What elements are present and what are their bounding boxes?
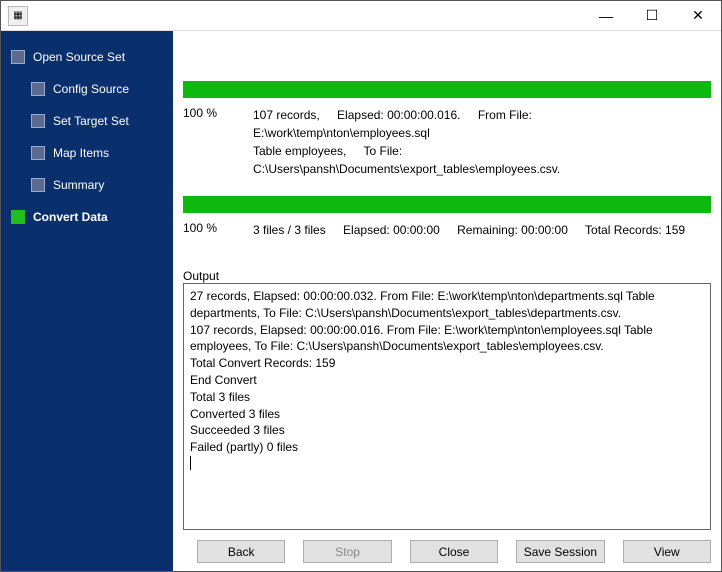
wizard-step[interactable]: Map Items bbox=[1, 139, 173, 167]
total-progress-percent: 100 % bbox=[183, 221, 253, 239]
file-progress-bar bbox=[183, 81, 711, 98]
total-progress-bar bbox=[183, 196, 711, 213]
wizard-step-label: Set Target Set bbox=[53, 114, 129, 128]
stop-button: Stop bbox=[303, 540, 391, 563]
output-line: Failed (partly) 0 files bbox=[190, 439, 704, 456]
window-controls: — ☐ ✕ bbox=[583, 1, 721, 30]
titlebar: ▦ — ☐ ✕ bbox=[1, 1, 721, 31]
close-window-button[interactable]: ✕ bbox=[675, 1, 721, 30]
wizard-step[interactable]: Config Source bbox=[1, 75, 173, 103]
output-label: Output bbox=[183, 269, 711, 283]
total-files: 3 files / 3 files bbox=[253, 223, 326, 237]
wizard-step[interactable]: Set Target Set bbox=[1, 107, 173, 135]
close-button[interactable]: Close bbox=[410, 540, 498, 563]
wizard-step-box-icon bbox=[31, 146, 45, 160]
maximize-button[interactable]: ☐ bbox=[629, 1, 675, 30]
output-line: Total Convert Records: 159 bbox=[190, 355, 704, 372]
file-table: Table employees, bbox=[253, 144, 346, 158]
wizard-step-box-icon bbox=[31, 114, 45, 128]
total-remaining: Remaining: 00:00:00 bbox=[457, 223, 568, 237]
wizard-step-box-icon bbox=[31, 82, 45, 96]
output-line: 27 records, Elapsed: 00:00:00.032. From … bbox=[190, 288, 704, 322]
file-to-path: C:\Users\pansh\Documents\export_tables\e… bbox=[253, 162, 560, 176]
wizard-step-label: Open Source Set bbox=[33, 50, 125, 64]
output-line: 107 records, Elapsed: 00:00:00.016. From… bbox=[190, 322, 704, 356]
wizard-step-label: Convert Data bbox=[33, 210, 108, 224]
content: 100 % 107 records, Elapsed: 00:00:00.016… bbox=[183, 37, 711, 530]
total-records: Total Records: 159 bbox=[585, 223, 685, 237]
app-window: ▦ — ☐ ✕ Open Source Set Config Source Set … bbox=[0, 0, 722, 572]
wizard-sidebar: Open Source Set Config Source Set Target S… bbox=[1, 31, 173, 571]
wizard-step[interactable]: Summary bbox=[1, 171, 173, 199]
body: Open Source Set Config Source Set Target S… bbox=[1, 31, 721, 571]
file-to-label: To File: bbox=[364, 144, 403, 158]
minimize-button[interactable]: — bbox=[583, 1, 629, 30]
wizard-step-box-icon bbox=[11, 210, 25, 224]
app-icon: ▦ bbox=[8, 6, 28, 26]
output-line: Total 3 files bbox=[190, 389, 704, 406]
save-session-button[interactable]: Save Session bbox=[516, 540, 604, 563]
total-progress-section: 100 % 3 files / 3 files Elapsed: 00:00:0… bbox=[183, 196, 711, 239]
file-records: 107 records, bbox=[253, 108, 320, 122]
output-line: Succeeded 3 files bbox=[190, 422, 704, 439]
wizard-step-box-icon bbox=[31, 178, 45, 192]
wizard-step-box-icon bbox=[11, 50, 25, 64]
file-progress-percent: 100 % bbox=[183, 106, 253, 178]
main-panel: 100 % 107 records, Elapsed: 00:00:00.016… bbox=[173, 31, 721, 571]
wizard-step[interactable]: Open Source Set bbox=[1, 43, 173, 71]
output-line: Converted 3 files bbox=[190, 406, 704, 423]
wizard-step-label: Map Items bbox=[53, 146, 109, 160]
file-progress-info: 107 records, Elapsed: 00:00:00.016. From… bbox=[253, 106, 711, 178]
total-elapsed: Elapsed: 00:00:00 bbox=[343, 223, 440, 237]
wizard-step-label: Config Source bbox=[53, 82, 129, 96]
button-bar: Back Stop Close Save Session View bbox=[183, 540, 711, 563]
file-elapsed: Elapsed: 00:00:00.016. bbox=[337, 108, 460, 122]
text-caret bbox=[190, 456, 191, 470]
wizard-step-label: Summary bbox=[53, 178, 104, 192]
view-button[interactable]: View bbox=[623, 540, 711, 563]
back-button[interactable]: Back bbox=[197, 540, 285, 563]
wizard-step[interactable]: Convert Data bbox=[1, 203, 173, 231]
output-line: End Convert bbox=[190, 372, 704, 389]
output-textarea[interactable]: 27 records, Elapsed: 00:00:00.032. From … bbox=[183, 283, 711, 530]
file-progress-section: 100 % 107 records, Elapsed: 00:00:00.016… bbox=[183, 81, 711, 178]
total-progress-info: 3 files / 3 files Elapsed: 00:00:00 Rema… bbox=[253, 221, 711, 239]
